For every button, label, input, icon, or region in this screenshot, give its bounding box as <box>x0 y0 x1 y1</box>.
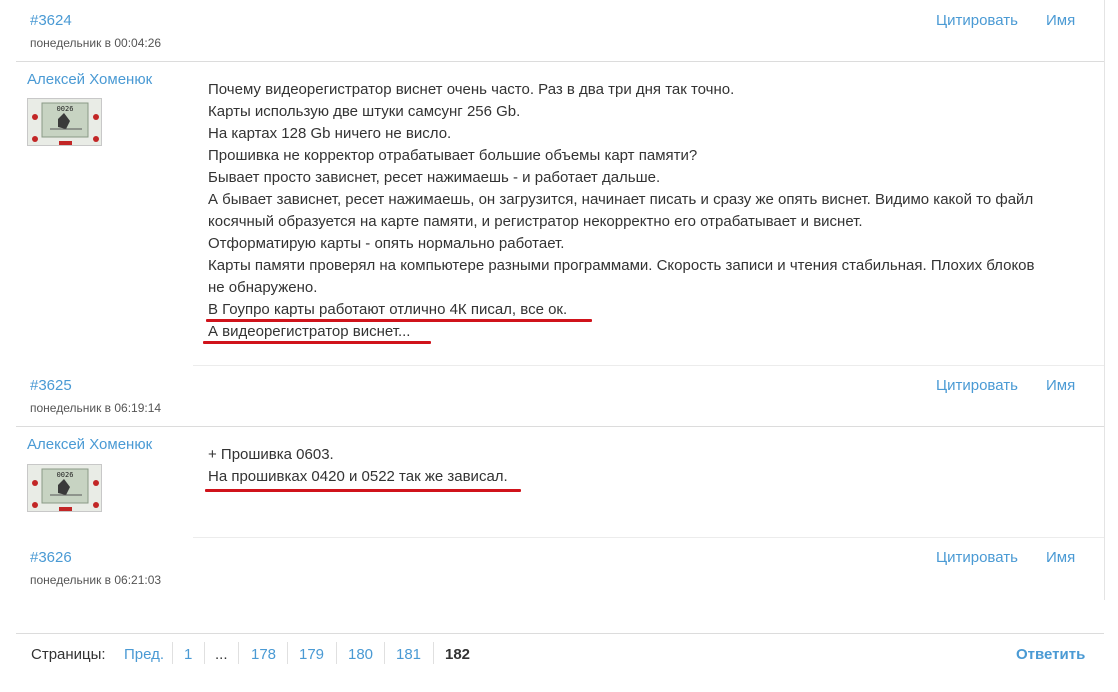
name-button[interactable]: Имя <box>1046 549 1075 566</box>
message-divider <box>193 537 1104 538</box>
page-separator <box>384 642 385 664</box>
avatar-image: 0026 <box>28 465 101 511</box>
post-number-link[interactable]: #3626 <box>30 549 72 566</box>
quote-button[interactable]: Цитировать <box>936 377 1018 394</box>
author-name[interactable]: Алексей Хоменюк <box>27 71 152 88</box>
page-link[interactable]: 1 <box>184 646 192 663</box>
svg-text:0026: 0026 <box>57 105 74 113</box>
post-number-link[interactable]: #3624 <box>30 12 72 29</box>
message-line: Карты памяти проверял на компьютере разн… <box>208 257 1035 274</box>
thread-border <box>1104 0 1105 600</box>
message-line: Бывает просто зависнет, ресет нажимаешь … <box>208 169 661 186</box>
post-date: понедельник в 06:19:14 <box>30 401 162 415</box>
page-separator <box>172 642 173 664</box>
message-line: На прошивках 0420 и 0522 так же зависал. <box>208 468 508 485</box>
post-message: + Прошивка 0603. На прошивках 0420 и 052… <box>208 444 1088 488</box>
message-divider <box>193 365 1104 366</box>
message-line: косячный образуется на карте памяти, и р… <box>208 213 863 230</box>
post-number-link[interactable]: #3625 <box>30 377 72 394</box>
message-line: На картах 128 Gb ничего не висло. <box>208 125 452 142</box>
page-link[interactable]: 179 <box>299 646 324 663</box>
red-underline <box>206 319 592 322</box>
avatar[interactable]: 0026 <box>27 464 102 512</box>
prev-page-link[interactable]: Пред. <box>124 646 164 663</box>
name-button[interactable]: Имя <box>1046 377 1075 394</box>
red-underline <box>205 489 521 492</box>
page-link[interactable]: 178 <box>251 646 276 663</box>
post-date: понедельник в 06:21:03 <box>30 573 162 587</box>
post-message: Почему видеорегистратор виснет очень час… <box>208 79 1088 343</box>
page-link[interactable]: 180 <box>348 646 373 663</box>
message-line: А видеорегистратор виснет... <box>208 323 411 340</box>
page-separator <box>336 642 337 664</box>
pagination-divider <box>16 633 1104 634</box>
post-divider <box>16 61 1104 62</box>
message-line: Карты использую две штуки самсунг 256 Gb… <box>208 103 521 120</box>
post-divider <box>16 426 1104 427</box>
avatar-image: 0026 <box>28 99 101 145</box>
page-separator <box>433 642 434 664</box>
page-separator <box>204 642 205 664</box>
page-ellipsis: ... <box>215 646 228 663</box>
pagination-label: Страницы: <box>31 646 106 663</box>
author-name[interactable]: Алексей Хоменюк <box>27 436 152 453</box>
reply-button[interactable]: Ответить <box>1016 646 1085 663</box>
message-line: не обнаружено. <box>208 279 318 296</box>
message-line: Отформатирую карты - опять нормально раб… <box>208 235 565 252</box>
post-date: понедельник в 00:04:26 <box>30 36 162 50</box>
message-line: Прошивка не корректор отрабатывает больш… <box>208 147 698 164</box>
message-line: + Прошивка 0603. <box>208 446 334 463</box>
page-separator <box>287 642 288 664</box>
quote-button[interactable]: Цитировать <box>936 549 1018 566</box>
message-line: Почему видеорегистратор виснет очень час… <box>208 81 735 98</box>
page-separator <box>238 642 239 664</box>
message-line: А бывает зависнет, ресет нажимаешь, он з… <box>208 191 1034 208</box>
current-page: 182 <box>445 646 471 663</box>
message-line: В Гоупро карты работают отлично 4К писал… <box>208 301 568 318</box>
avatar[interactable]: 0026 <box>27 98 102 146</box>
svg-text:0026: 0026 <box>57 471 74 479</box>
name-button[interactable]: Имя <box>1046 12 1075 29</box>
page-link[interactable]: 181 <box>396 646 421 663</box>
red-underline <box>203 341 431 344</box>
quote-button[interactable]: Цитировать <box>936 12 1018 29</box>
